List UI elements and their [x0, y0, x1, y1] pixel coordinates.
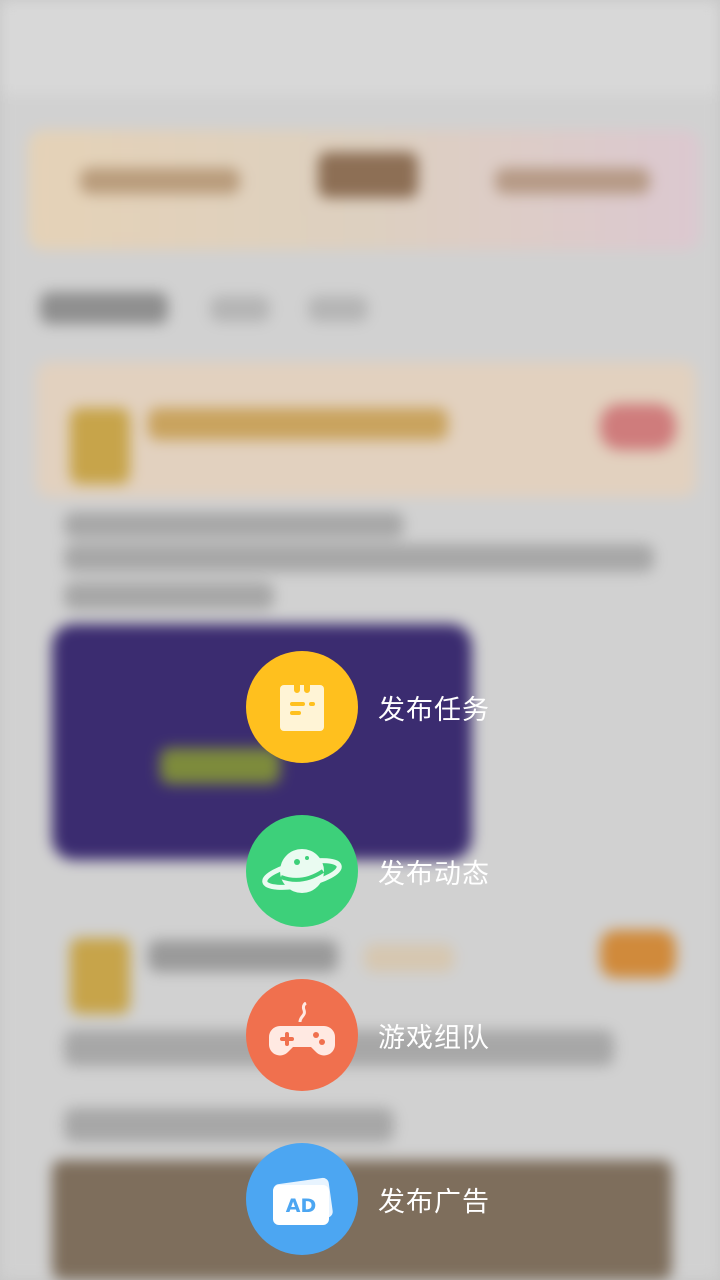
screen: 发布任务 发布动态 游戏组队 AD 发布广告 — [0, 0, 720, 1280]
menu-icon-circle — [246, 651, 358, 763]
menu-label: 发布动态 — [378, 858, 490, 890]
publish-menu: 发布任务 发布动态 游戏组队 AD 发布广告 — [0, 0, 720, 1280]
menu-icon-circle — [246, 815, 358, 927]
menu-label: 发布任务 — [378, 694, 490, 726]
publish-post-button[interactable]: 发布动态 — [246, 815, 646, 927]
publish-ad-button[interactable]: AD 发布广告 — [246, 1143, 646, 1255]
menu-icon-circle: AD — [246, 1143, 358, 1255]
publish-task-button[interactable]: 发布任务 — [246, 651, 646, 763]
menu-label: 游戏组队 — [378, 1022, 490, 1054]
ad-badge-text: AD — [286, 1195, 316, 1217]
game-team-button[interactable]: 游戏组队 — [246, 979, 646, 1091]
gamepad-icon — [269, 1002, 335, 1056]
menu-label: 发布广告 — [378, 1186, 490, 1218]
task-clipboard-icon — [280, 685, 324, 731]
planet-icon — [262, 849, 342, 893]
ad-card-icon: AD — [273, 1177, 333, 1225]
menu-icon-circle — [246, 979, 358, 1091]
